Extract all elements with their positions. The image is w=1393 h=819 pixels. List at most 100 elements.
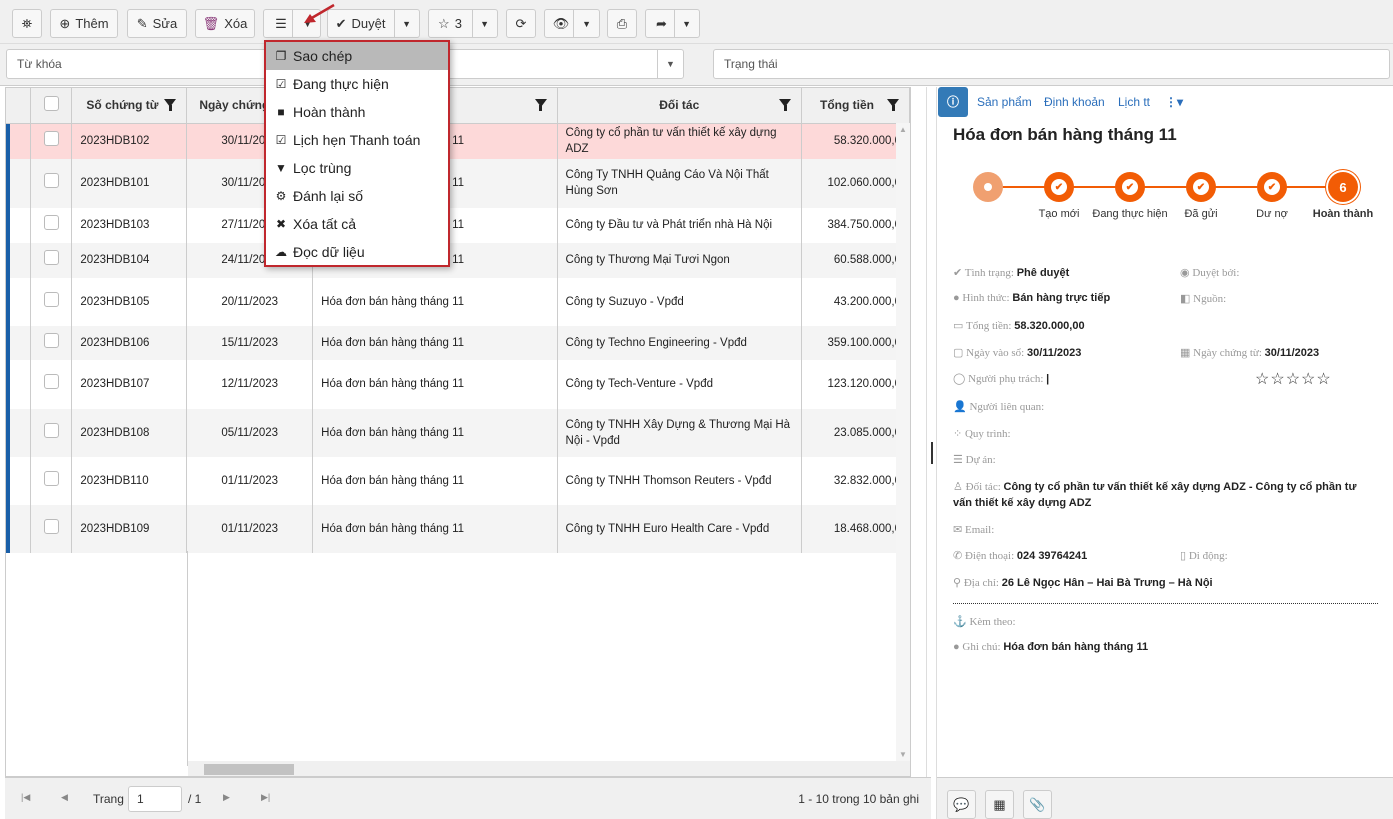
- row-checkbox[interactable]: [43, 332, 59, 348]
- cell: Công Ty TNHH Quảng Cáo Và Nội Thất Hùng …: [557, 158, 803, 208]
- scrollbar-thumb[interactable]: [204, 764, 294, 775]
- panel-splitter[interactable]: [926, 87, 936, 777]
- filter-icon[interactable]: [534, 99, 547, 111]
- trash-icon: 🗑: [202, 15, 220, 31]
- approve-button[interactable]: ✔ Duyệt ▼: [327, 9, 420, 38]
- rating-button[interactable]: ☆ 3 ▼: [428, 9, 498, 38]
- edit-button[interactable]: ✎ Sửa: [127, 9, 187, 38]
- step-label: Đang thực hiện: [1092, 208, 1168, 220]
- column-header-total[interactable]: Tổng tiền: [801, 88, 910, 124]
- row-checkbox[interactable]: [43, 470, 59, 486]
- filter-icon[interactable]: [779, 99, 792, 111]
- chevron-down-icon: ▼: [480, 18, 489, 29]
- tab-schedule[interactable]: Lịch tt: [1118, 95, 1150, 109]
- menu-item[interactable]: ▼ Lọc trùng: [266, 154, 448, 182]
- table-row[interactable]: 2023HDB108 05/11/2023 Hóa đơn bán hàng thá…: [6, 408, 910, 457]
- field-entry-date: ▢ Ngày vào sổ: 30/11/2023: [953, 347, 1082, 359]
- menu-item[interactable]: ☑ Đang thực hiện: [266, 70, 448, 98]
- menu-item[interactable]: ■ Hoàn thành: [266, 98, 448, 126]
- cell: Hóa đơn bán hàng tháng 11: [312, 359, 558, 409]
- row-checkbox[interactable]: [43, 291, 59, 307]
- calendar-button[interactable]: ▦: [985, 790, 1014, 819]
- pencil-icon: ✎: [136, 15, 148, 31]
- cell: 359.100.000,0: [801, 325, 910, 360]
- filter-icon[interactable]: [164, 99, 177, 111]
- row-indicator-header: [6, 88, 32, 124]
- menu-item[interactable]: ☁ Đọc dữ liệu: [266, 238, 448, 266]
- prev-page-icon[interactable]: ◀: [61, 792, 68, 803]
- search-button[interactable]: ⛯: [12, 9, 42, 38]
- horizontal-scrollbar[interactable]: [188, 761, 910, 776]
- rating-stars[interactable]: ☆☆☆☆☆: [1255, 369, 1332, 389]
- row-checkbox-cell: [30, 325, 73, 360]
- chevron-down-icon[interactable]: ▼: [657, 50, 683, 78]
- mobile-icon: ▯: [1180, 550, 1187, 562]
- view-button[interactable]: 👁 ▼: [544, 9, 600, 38]
- row-checkbox-cell: [30, 158, 73, 208]
- vertical-scrollbar[interactable]: ▼ ▲: [896, 123, 910, 761]
- row-checkbox[interactable]: [43, 518, 59, 534]
- page-input[interactable]: 1: [128, 786, 182, 812]
- cell: 05/11/2023: [186, 408, 314, 457]
- cell: Công ty TNHH Xây Dựng & Thương Mại Hà Nộ…: [557, 408, 803, 457]
- delete-button[interactable]: 🗑 Xóa: [195, 9, 255, 38]
- menu-item[interactable]: ⚙ Đánh lại số: [266, 182, 448, 210]
- more-tabs-icon[interactable]: ⋮▾: [1165, 95, 1183, 109]
- cell: Hóa đơn bán hàng tháng 11: [312, 277, 558, 326]
- field-address: ⚲ Địa chỉ: 26 Lê Ngọc Hân – Hai Bà Trưng…: [953, 577, 1213, 589]
- cell: 2023HDB101: [71, 158, 188, 208]
- next-page-icon[interactable]: ▶: [223, 792, 230, 803]
- field-related: 👤 Người liên quan:: [953, 401, 1045, 413]
- row-checkbox[interactable]: [43, 250, 59, 265]
- add-button[interactable]: ⊕ Thêm: [50, 9, 118, 38]
- info-tab[interactable]: ⓘ: [938, 87, 968, 117]
- status-input[interactable]: Trạng thái: [713, 49, 1390, 79]
- row-checkbox[interactable]: [43, 374, 59, 389]
- last-page-icon[interactable]: ▶|: [261, 792, 270, 803]
- check-icon: ✔: [953, 267, 963, 279]
- column-header-number[interactable]: Số chứng từ: [71, 88, 188, 124]
- table-row[interactable]: 2023HDB10130/11/2023Hóa đơn bán hàng thá…: [6, 158, 910, 208]
- step-done: ✔: [1044, 172, 1074, 202]
- menu-item[interactable]: ☑ Lịch hẹn Thanh toán: [266, 126, 448, 154]
- share-button[interactable]: ➦ ▼: [645, 9, 700, 38]
- print-icon: ⎙: [616, 15, 628, 31]
- binoculars-icon: ⛯: [21, 15, 33, 31]
- table-row[interactable]: 2023HDB110 01/11/2023 Hóa đơn bán hàng thá…: [6, 456, 910, 505]
- table-row[interactable]: 2023HDB106 15/11/2023 Hóa đơn bán hàng thá…: [6, 325, 910, 360]
- toolbar: ⛯ ⊕ Thêm ✎ Sửa 🗑 Xóa ☰ ▼ ✔ Duyệt ▼ ☆ 3 ▼ ⟳ 👁 ▼ ⎙ …: [0, 0, 1393, 44]
- field-phone: ✆ Điện thoại: 024 39764241: [953, 550, 1088, 562]
- menu-item[interactable]: ✖ Xóa tất cả: [266, 210, 448, 238]
- table-row[interactable]: 2023HDB105 20/11/2023 Hóa đơn bán hàng thá…: [6, 277, 910, 326]
- select-all-checkbox[interactable]: [43, 96, 59, 112]
- row-indicator: [6, 158, 32, 208]
- table-row[interactable]: 2023HDB10230/11/2023Hóa đơn bán hàng thá…: [6, 123, 910, 159]
- cell: Công ty Thương Mại Tươi Ngon: [557, 242, 803, 278]
- check-circle-icon: ✔: [1122, 179, 1138, 195]
- comment-button[interactable]: 💬: [947, 790, 976, 819]
- row-checkbox[interactable]: [43, 215, 59, 230]
- table-row[interactable]: 2023HDB109 01/11/2023 Hóa đơn bán hàng thá…: [6, 504, 910, 553]
- row-checkbox[interactable]: [43, 131, 59, 146]
- eye-icon: 👁: [552, 15, 570, 31]
- table-row[interactable]: 2023HDB107 12/11/2023 Hóa đơn bán hàng thá…: [6, 359, 910, 409]
- field-project: ☰ Dự án:: [953, 454, 996, 466]
- row-checkbox[interactable]: [43, 173, 59, 188]
- tab-accounting[interactable]: Định khoản: [1044, 95, 1105, 109]
- tab-products[interactable]: Sản phẩm: [977, 95, 1032, 109]
- table-row[interactable]: 2023HDB10327/11/2023Hóa đơn bán hàng thá…: [6, 207, 910, 243]
- column-header-partner[interactable]: Đối tác: [557, 88, 803, 124]
- menu-item[interactable]: ❐ Sao chép: [266, 42, 448, 70]
- step-label: Tạo mới: [1038, 208, 1080, 220]
- refresh-button[interactable]: ⟳: [506, 9, 536, 38]
- row-checkbox-cell: [30, 359, 73, 409]
- cell: 58.320.000,0: [801, 123, 910, 159]
- row-checkbox[interactable]: [43, 422, 59, 438]
- filter-icon[interactable]: [887, 99, 899, 111]
- row-indicator: [6, 242, 32, 278]
- first-page-icon[interactable]: |◀: [21, 792, 30, 803]
- print-button[interactable]: ⎙: [607, 9, 637, 38]
- info-circle-icon: ●: [953, 292, 960, 304]
- attach-button[interactable]: 📎: [1023, 790, 1052, 819]
- table-row[interactable]: 2023HDB10424/11/2023Hóa đơn bán hàng thá…: [6, 242, 910, 278]
